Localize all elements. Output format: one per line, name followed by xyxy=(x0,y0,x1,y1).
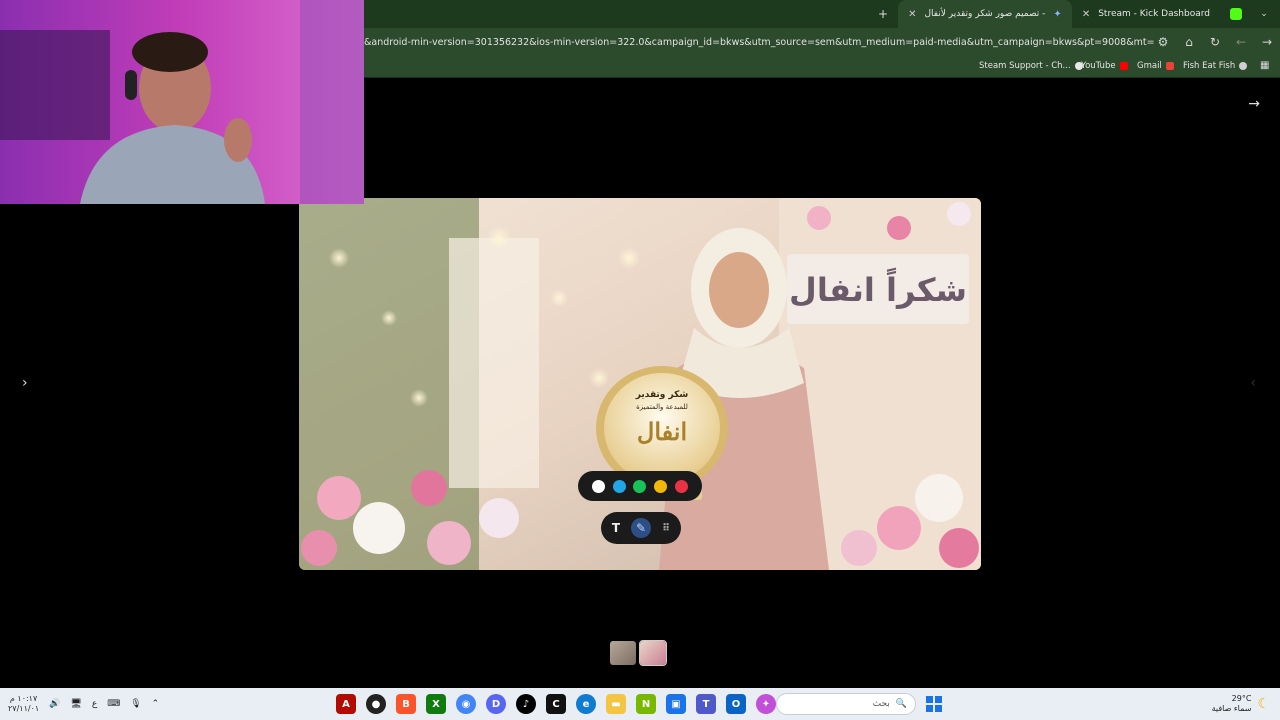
outlook-app-icon[interactable]: O xyxy=(726,694,746,714)
color-swatch-green[interactable] xyxy=(633,479,647,493)
apps-grid-icon[interactable]: ▦ xyxy=(1260,60,1269,71)
bookmark-label: Steam Support - Ch... xyxy=(979,61,1071,71)
forward-arrow-icon[interactable]: → xyxy=(1248,96,1260,112)
taskbar: ١٠:١٧ م ٢٧/١١/٠١ 🔊 🖥 ع ⌨ 🎙 ⌃ A ● B X ◉ D… xyxy=(0,688,1280,720)
banner-text: شكراً انفال xyxy=(789,267,967,309)
time-text: ١٠:١٧ م xyxy=(9,694,38,703)
store-app-icon[interactable]: ▣ xyxy=(666,694,686,714)
date-text: ٢٧/١١/٠١ xyxy=(8,704,40,713)
back-icon[interactable]: ← xyxy=(1234,35,1248,49)
clock[interactable]: ١٠:١٧ م ٢٧/١١/٠١ xyxy=(8,694,39,714)
adobe-app-icon[interactable]: A xyxy=(336,694,356,714)
search-placeholder: بحث xyxy=(872,699,890,709)
next-image-chevron-icon[interactable]: › xyxy=(22,375,28,391)
webcam-overlay xyxy=(0,0,364,204)
bookmark-youtube[interactable]: YouTube xyxy=(1081,61,1128,71)
site-settings-icon[interactable]: ⚙ xyxy=(1156,35,1170,49)
volume-icon[interactable]: 🔊 xyxy=(49,699,60,709)
edge-app-icon[interactable]: e xyxy=(576,694,596,714)
weather-widget[interactable]: 29°C سماء صافية ☾ xyxy=(1212,694,1270,714)
capcut-app-icon[interactable]: C xyxy=(546,694,566,714)
weather-temp: 29°C xyxy=(1231,694,1252,703)
bookmark-steam[interactable]: Steam Support - Ch... xyxy=(979,61,1083,71)
color-palette xyxy=(578,471,702,501)
forward-icon[interactable]: → xyxy=(1260,35,1274,49)
trophy-line-2: للمبدعة والمتميزة xyxy=(636,403,688,411)
color-swatch-white[interactable] xyxy=(591,479,605,493)
gmail-icon xyxy=(1165,62,1174,70)
tiktok-app-icon[interactable]: ♪ xyxy=(516,694,536,714)
tab-active-design[interactable]: ✦ تصميم صور شكر وتقدير لأنفال - ✕ xyxy=(898,0,1072,28)
tab-title: Stream - Kick Dashboard xyxy=(1098,9,1210,19)
tab-title: تصميم صور شكر وتقدير لأنفال - xyxy=(924,9,1046,19)
tab-overflow-chevron-icon[interactable]: ⌄ xyxy=(1252,9,1276,19)
microphone-icon[interactable]: 🎙 xyxy=(130,699,141,709)
close-tab-icon[interactable]: ✕ xyxy=(1082,9,1090,20)
language-indicator[interactable]: ع xyxy=(92,699,97,709)
copilot-app-icon[interactable]: ✦ xyxy=(756,694,776,714)
color-swatch-yellow[interactable] xyxy=(654,479,668,493)
trophy-name: انفال xyxy=(637,417,687,446)
screen: ⌄ Stream - Kick Dashboard ✕ ✦ تصميم صور … xyxy=(0,0,1280,720)
annotation-tools: T ✎ ⠿ xyxy=(601,512,681,544)
close-tab-icon[interactable]: ✕ xyxy=(908,9,916,20)
bookmark-label: Gmail xyxy=(1137,61,1162,71)
globe-icon xyxy=(1239,62,1248,70)
thumbnail-2[interactable] xyxy=(639,640,667,666)
pen-tool-button[interactable]: ✎ xyxy=(631,518,651,538)
obs-app-icon[interactable]: ● xyxy=(366,694,386,714)
text-tool-button[interactable]: T xyxy=(606,518,626,538)
xbox-app-icon[interactable]: X xyxy=(426,694,446,714)
color-swatch-blue[interactable] xyxy=(612,479,626,493)
teams-app-icon[interactable]: T xyxy=(696,694,716,714)
taskbar-apps: A ● B X ◉ D ♪ C e ▬ N ▣ T O ✦ ◐ xyxy=(336,694,818,714)
system-tray: ١٠:١٧ م ٢٧/١١/٠١ 🔊 🖥 ع ⌨ 🎙 ⌃ xyxy=(8,694,159,714)
drag-handle-icon[interactable]: ⠿ xyxy=(656,518,676,538)
image-thumbnails xyxy=(610,640,667,666)
weather-desc: سماء صافية xyxy=(1211,704,1252,713)
trophy-line-1: شكر وتقدير xyxy=(635,390,689,400)
kick-favicon-icon xyxy=(1230,8,1242,20)
bookmark-fish-eat-fish[interactable]: Fish Eat Fish xyxy=(1183,61,1248,71)
network-icon[interactable]: 🖥 xyxy=(70,699,81,709)
gemini-favicon-icon: ✦ xyxy=(1053,8,1062,20)
tab-kick-dashboard[interactable]: Stream - Kick Dashboard ✕ xyxy=(1072,0,1220,28)
bookmark-gmail[interactable]: Gmail xyxy=(1137,61,1174,71)
nav-buttons: ⚙ ⌂ ↻ ← → xyxy=(1156,35,1274,49)
start-button-windows-icon[interactable] xyxy=(926,696,942,712)
home-icon[interactable]: ⌂ xyxy=(1182,35,1196,49)
tray-overflow-chevron-icon[interactable]: ⌃ xyxy=(152,699,160,709)
search-icon: 🔍 xyxy=(895,699,907,709)
discord-app-icon[interactable]: D xyxy=(486,694,506,714)
color-swatch-red[interactable] xyxy=(675,479,689,493)
taskbar-search[interactable]: بحث 🔍 xyxy=(776,693,916,715)
youtube-icon xyxy=(1119,62,1128,70)
brave-app-icon[interactable]: B xyxy=(396,694,416,714)
moon-weather-icon: ☾ xyxy=(1257,696,1270,712)
reload-icon[interactable]: ↻ xyxy=(1208,35,1222,49)
prev-image-chevron-icon[interactable]: ‹ xyxy=(1250,375,1256,391)
url-field[interactable]: &android-min-version=301356232&ios-min-v… xyxy=(364,37,1154,48)
chrome-app-icon[interactable]: ◉ xyxy=(456,694,476,714)
thumbnail-1[interactable] xyxy=(610,641,636,665)
nvidia-app-icon[interactable]: N xyxy=(636,694,656,714)
bookmark-label: Fish Eat Fish xyxy=(1183,61,1236,71)
new-tab-button[interactable]: + xyxy=(868,7,898,21)
file-explorer-icon[interactable]: ▬ xyxy=(606,694,626,714)
bookmark-label: YouTube xyxy=(1081,61,1116,71)
keyboard-icon[interactable]: ⌨ xyxy=(107,699,120,709)
